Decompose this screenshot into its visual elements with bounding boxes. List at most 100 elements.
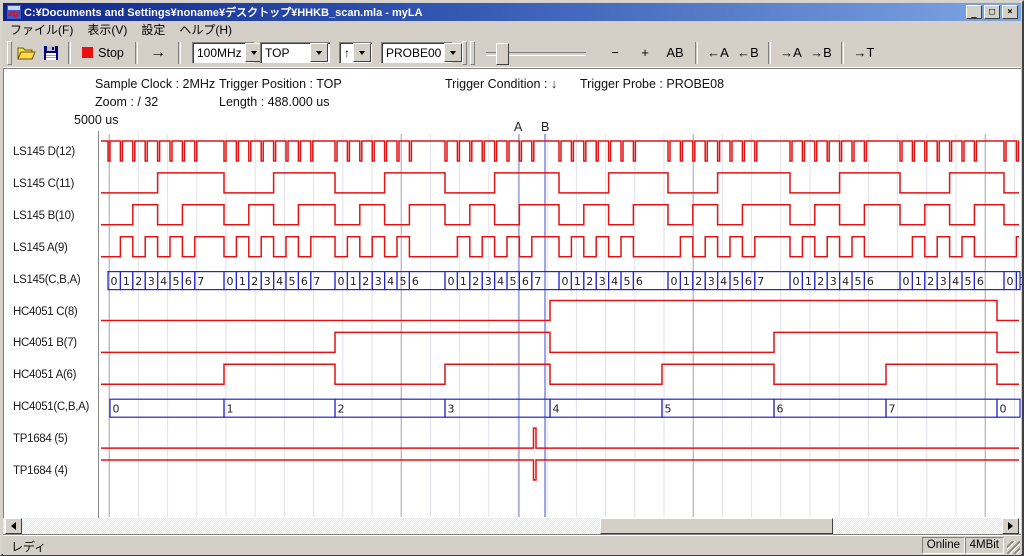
statusbar: レディ Online 4MBit [3, 534, 1021, 555]
open-folder-icon [17, 45, 37, 61]
maximize-button[interactable]: □ [984, 5, 1000, 19]
bus-value: 1 [1019, 275, 1022, 288]
toolbar-grip[interactable] [470, 41, 475, 65]
channel-label-ls145-d-12: LS145 D(12) [13, 146, 99, 158]
scroll-right-button[interactable] [1002, 518, 1019, 534]
trigger-edge-select[interactable]: ↑ [339, 42, 372, 63]
menu-item-0[interactable]: ファイル(F) [3, 20, 80, 39]
chevron-down-icon[interactable] [444, 43, 462, 62]
window-controls: _ □ × [966, 5, 1018, 19]
set-cursor-a-button[interactable]: →A [776, 41, 806, 65]
set-cursor-b-button[interactable]: →B [806, 41, 836, 65]
length-info: Length : 488.000 us [219, 95, 330, 109]
titlebar[interactable]: C:¥Documents and Settings¥noname¥デスクトップ¥… [3, 3, 1021, 21]
menu-item-3[interactable]: ヘルプ(H) [172, 20, 239, 39]
bus-value: 3 [830, 275, 837, 288]
bus-value: 4 [497, 275, 504, 288]
bus-value: 1 [227, 403, 234, 416]
run-button[interactable]: → [143, 41, 173, 65]
bus-value: 6 [522, 275, 529, 288]
chevron-down-icon[interactable] [310, 43, 328, 62]
goto-trigger-button[interactable]: →T [849, 41, 879, 65]
bus-value: 4 [387, 275, 394, 288]
wave-row-hc4051-c-b-a: 012345670 [110, 399, 1020, 417]
bus-cell [110, 399, 224, 417]
minimize-button[interactable]: _ [966, 5, 982, 19]
channel-label-hc4051-c-8: HC4051 C(8) [13, 306, 99, 318]
bus-value: 0 [793, 275, 800, 288]
bus-value: 5 [965, 275, 972, 288]
bus-value: 1 [805, 275, 812, 288]
bus-value: 0 [338, 275, 345, 288]
bus-value: 0 [113, 403, 120, 416]
bus-value: 5 [289, 275, 296, 288]
clock-value: 100MHz [192, 46, 245, 60]
bus-value: 0 [671, 275, 678, 288]
bus-cell [662, 399, 774, 417]
bus-value: 6 [636, 275, 643, 288]
bus-value: 1 [683, 275, 690, 288]
toolbar-separator [768, 42, 771, 64]
wave-row-tp1684-5 [101, 428, 1019, 448]
toolbar-grip[interactable] [462, 41, 467, 65]
wave-trace-ls145-a-9 [101, 237, 1019, 257]
stop-button[interactable]: Stop [76, 41, 130, 65]
zoom-ab-button[interactable]: AB [660, 41, 690, 65]
bus-value: 4 [611, 275, 618, 288]
bus-value: 5 [665, 403, 672, 416]
menu-item-1[interactable]: 表示(V) [80, 20, 134, 39]
bus-value: 1 [239, 275, 246, 288]
chevron-down-icon[interactable] [353, 43, 371, 62]
channel-label-ls145-c-11: LS145 C(11) [13, 178, 99, 190]
scrollbar-thumb[interactable] [600, 518, 833, 534]
bus-value: 6 [301, 275, 308, 288]
bus-value: 2 [927, 275, 934, 288]
trigger-position-select[interactable]: TOP [260, 42, 330, 63]
bus-value: 6 [977, 275, 984, 288]
goto-cursor-a-button[interactable]: ←A [703, 41, 733, 65]
close-button[interactable]: × [1002, 5, 1018, 19]
stop-label: Stop [98, 46, 124, 60]
menu-item-2[interactable]: 設定 [134, 20, 172, 39]
trigger-edge-value: ↑ [339, 46, 353, 60]
wave-trace-tp1684-4 [101, 460, 1019, 480]
bus-value: 4 [952, 275, 959, 288]
bus-value: 4 [160, 275, 167, 288]
open-file-button[interactable] [15, 41, 39, 65]
zoom-slider-thumb[interactable] [496, 43, 509, 65]
bus-value: 7 [197, 275, 204, 288]
clock-select[interactable]: 100MHz [192, 42, 254, 63]
zoom-in-button[interactable]: + [630, 41, 660, 65]
bus-cell [335, 399, 445, 417]
save-file-button[interactable] [39, 41, 63, 65]
bus-value: 1 [350, 275, 357, 288]
wave-trace-hc4051-c-8 [101, 301, 1019, 321]
bus-value: 1 [915, 275, 922, 288]
zoom-slider[interactable] [486, 41, 586, 65]
zoom-out-button[interactable]: − [600, 41, 630, 65]
bus-value: 0 [1000, 403, 1007, 416]
channel-label-ls145-c-b-a: LS145(C,B,A) [13, 274, 99, 286]
bus-cell [224, 399, 335, 417]
scroll-left-button[interactable] [5, 518, 22, 534]
bus-value: 3 [599, 275, 606, 288]
bus-value: 6 [867, 275, 874, 288]
resize-grip[interactable] [1007, 541, 1020, 554]
bus-value: 6 [185, 275, 192, 288]
bus-value: 5 [624, 275, 631, 288]
bus-value: 5 [400, 275, 407, 288]
bus-value: 1 [460, 275, 467, 288]
bus-value: 2 [586, 275, 593, 288]
channel-label-tp1684-4: TP1684 (4) [13, 465, 99, 477]
bus-value: 2 [472, 275, 479, 288]
bus-value: 0 [903, 275, 910, 288]
horizontal-scrollbar[interactable] [3, 518, 1021, 534]
bus-value: 2 [338, 403, 345, 416]
toolbar-separator [178, 42, 181, 64]
trigger-position-value: TOP [260, 46, 310, 60]
bus-value: 2 [135, 275, 142, 288]
wave-trace-tp1684-5 [101, 428, 1019, 448]
probe-select[interactable]: PROBE00 [381, 42, 452, 63]
goto-cursor-b-button[interactable]: ←B [733, 41, 763, 65]
toolbar-grip[interactable] [7, 41, 12, 65]
